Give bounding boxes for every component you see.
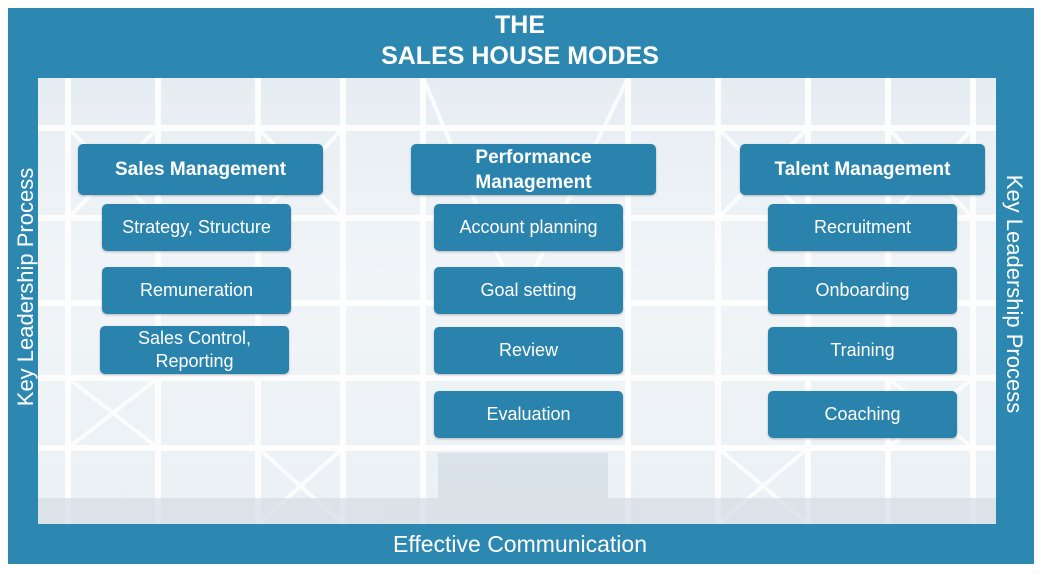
box-onboarding: Onboarding [768,267,957,314]
box-remuneration: Remuneration [102,267,291,314]
title-line-1: THE [495,11,545,39]
box-recruitment: Recruitment [768,204,957,251]
box-sales-control-reporting: Sales Control, Reporting [100,326,289,374]
heading-sales-management: Sales Management [78,144,323,195]
title-line-2: SALES HOUSE MODES [381,42,659,70]
diagram-title: THE SALES HOUSE MODES [0,10,1040,72]
side-label-right: Key Leadership Process [1002,174,1027,414]
box-goal-setting: Goal setting [434,267,623,314]
box-review: Review [434,327,623,374]
box-strategy-structure: Strategy, Structure [102,204,291,251]
box-evaluation: Evaluation [434,391,623,438]
footer-label: Effective Communication [393,531,647,557]
box-account-planning: Account planning [434,204,623,251]
side-label-left: Key Leadership Process [13,167,38,407]
box-coaching: Coaching [768,391,957,438]
heading-talent-management: Talent Management [740,144,985,195]
heading-performance-management: Performance Management [411,144,656,195]
box-training: Training [768,327,957,374]
